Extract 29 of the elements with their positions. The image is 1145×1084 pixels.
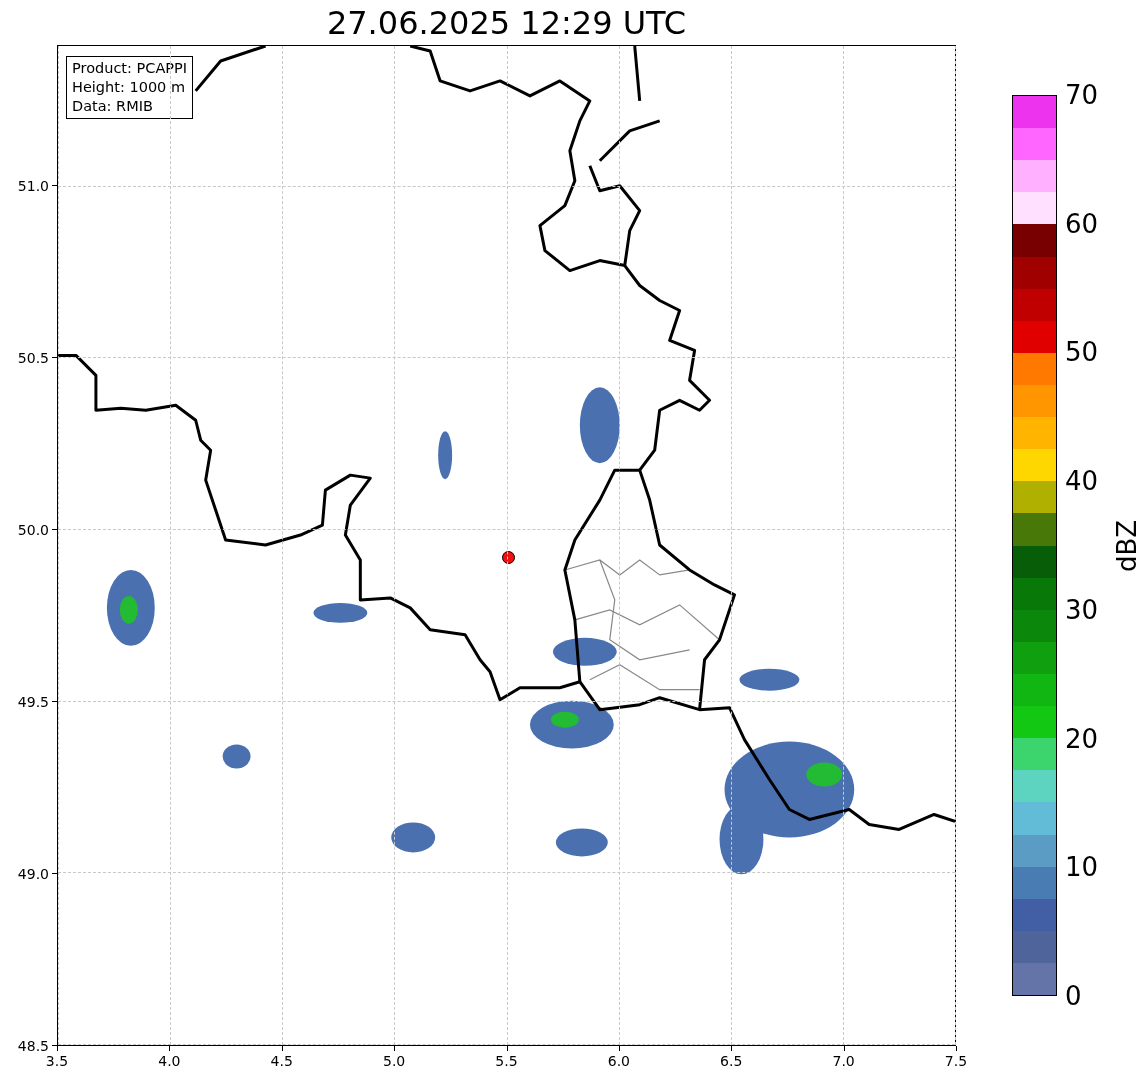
radar-site-marker — [502, 551, 515, 564]
axis-tick-label: 49.5 — [17, 694, 49, 710]
colorbar-tick-label: 0 — [1065, 981, 1082, 1011]
colorbar-tick-label: 70 — [1065, 80, 1099, 110]
colorbar-tick-label: 20 — [1065, 723, 1099, 754]
axis-tick-label: 48.5 — [17, 1038, 49, 1054]
axis-tick-label: 50.5 — [17, 350, 49, 367]
axis-tick-label: 6.0 — [607, 1053, 630, 1069]
axis-tick-label: 7.0 — [832, 1053, 855, 1069]
axis-tick-label: 50.0 — [17, 522, 49, 539]
chart-title: 27.06.2025 12:29 UTC — [326, 3, 687, 42]
axis-tick-label: 49.0 — [17, 866, 49, 882]
axis-tick-label: 4.5 — [270, 1053, 293, 1069]
axis-tick-label: 4.0 — [158, 1053, 181, 1069]
axis-tick-label: 6.5 — [720, 1053, 743, 1069]
colorbar-tick-label: 60 — [1065, 208, 1099, 239]
info-text: Product: PCAPPI — [72, 59, 188, 78]
colorbar-tick-label: 10 — [1065, 852, 1099, 883]
colorbar-label: dBZ — [1112, 519, 1143, 573]
axis-tick-label: 7.5 — [944, 1053, 968, 1069]
axis-tick-label: 51.0 — [17, 178, 49, 195]
colorbar-tick-label: 30 — [1065, 594, 1099, 625]
info-text: Data: RMIB — [72, 97, 154, 116]
axis-tick-label: 5.0 — [383, 1053, 406, 1069]
axis-tick-label: 5.5 — [495, 1053, 518, 1069]
colorbar-tick-label: 50 — [1065, 337, 1099, 368]
axis-tick-label: 3.5 — [45, 1053, 69, 1069]
info-text: Height: 1000 m — [72, 78, 187, 97]
colorbar-tick-label: 40 — [1065, 466, 1099, 497]
